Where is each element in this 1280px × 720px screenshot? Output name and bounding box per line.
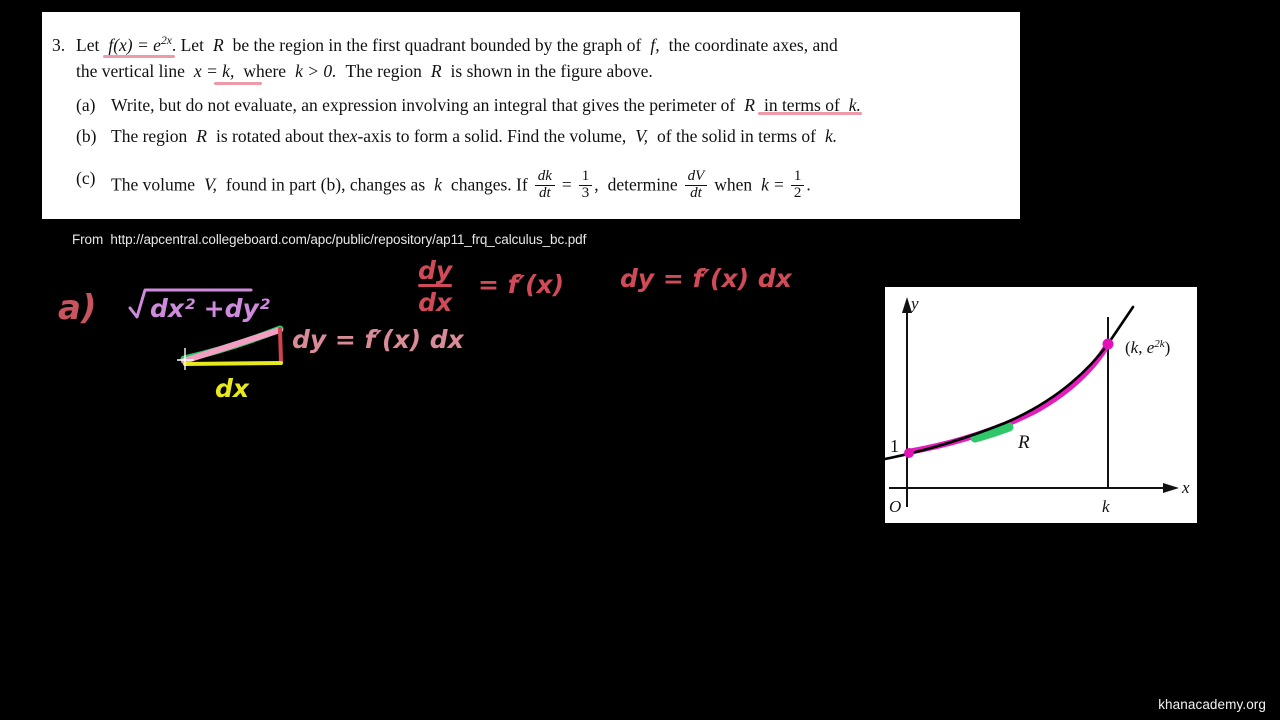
dydx-denominator: dx bbox=[418, 288, 453, 317]
yellow-dx-leg bbox=[183, 361, 283, 366]
part-c-comma: , bbox=[594, 174, 599, 195]
problem-line-1: Let f(x) = e2x. Let Rbe the region in the … bbox=[76, 35, 838, 55]
part-b-text-2: is rotated about the bbox=[216, 126, 350, 146]
line1-text-b: . Let bbox=[171, 35, 204, 55]
line1-f: f, bbox=[650, 35, 660, 55]
part-c-k: k bbox=[434, 174, 442, 195]
y-one-label: 1 bbox=[890, 436, 899, 456]
x-axis-label: x bbox=[1181, 478, 1190, 497]
line1-function: f(x) = e2x bbox=[108, 35, 172, 55]
part-c-text-2: found in part (b), changes as bbox=[225, 174, 426, 195]
k-tick-label: k bbox=[1102, 497, 1110, 516]
problem-part-a: Write, but do not evaluate, an expressio… bbox=[111, 95, 861, 115]
part-b-k: k. bbox=[824, 126, 838, 146]
line2-k-gt-zero: k > 0. bbox=[295, 61, 337, 81]
line2-region-r: R bbox=[430, 61, 442, 81]
annotation-differential-triangle bbox=[177, 325, 284, 370]
dydx-numerator: dy bbox=[418, 256, 453, 285]
watermark: khanacademy.org bbox=[1158, 697, 1266, 712]
part-c-equals-1: = bbox=[561, 174, 572, 195]
part-a-label: (a) bbox=[76, 95, 96, 115]
line2-text-c: The region bbox=[345, 61, 422, 81]
annotation-dydx-equals-fprime: = f′(x) bbox=[478, 270, 565, 299]
y-axis-label: y bbox=[909, 294, 919, 313]
red-dy-leg bbox=[278, 327, 283, 364]
line2-text-b: where bbox=[243, 61, 287, 81]
part-b-text-4: of the solid in terms of bbox=[657, 126, 816, 146]
problem-number: 3. bbox=[52, 35, 66, 55]
line1-region-r: R bbox=[212, 35, 224, 55]
problem-part-c: The volume V, found in part (b), changes a… bbox=[111, 168, 811, 203]
underline-perimeter-of-r-annotation bbox=[758, 112, 862, 115]
line1-text-c: be the region in the first quadrant boun… bbox=[232, 35, 642, 55]
graph-figure: y x O 1 k R (k, e2k) bbox=[881, 283, 1201, 527]
part-c-text-5: when bbox=[714, 174, 753, 195]
line1-text-d: the coordinate axes, and bbox=[668, 35, 838, 55]
point-k-e2k bbox=[1102, 338, 1114, 350]
source-url: http://apcentral.collegeboard.com/apc/pu… bbox=[110, 232, 587, 247]
underline-fx-annotation bbox=[103, 55, 175, 58]
underline-x-equals-k-annotation bbox=[214, 82, 262, 85]
screen: 3. Let f(x) = e2x. Let Rbe the region in t… bbox=[0, 0, 1280, 720]
source-attribution: From http://apcentral.collegeboard.com/a… bbox=[72, 232, 586, 247]
annotation-dy-equals-right: dy = f′(x) dx bbox=[620, 264, 792, 293]
problem-line-2: the vertical line x = k, where k > 0. The re… bbox=[76, 61, 653, 81]
part-b-volume-v: V, bbox=[635, 126, 649, 146]
fraction-one-third: 13 bbox=[578, 168, 593, 202]
part-c-equals-2: = bbox=[773, 174, 784, 195]
part-a-region-r: R bbox=[744, 95, 755, 115]
source-prefix: From bbox=[72, 232, 104, 247]
annotation-dx-label: dx bbox=[215, 374, 250, 403]
problem-part-b: The region Ris rotated about thex-axis to… bbox=[111, 126, 838, 146]
region-label: R bbox=[1017, 432, 1030, 453]
part-b-label: (b) bbox=[76, 126, 97, 146]
origin-label: O bbox=[889, 497, 901, 516]
fraction-dk-dt: dk dt bbox=[534, 168, 555, 202]
part-c-text-3: changes. If bbox=[450, 174, 528, 195]
annotation-part-marker: a) bbox=[58, 288, 97, 328]
graph-svg: y x O 1 k R (k, e2k) bbox=[885, 287, 1197, 523]
pink-hypotenuse bbox=[181, 327, 283, 364]
part-b-region-r: R bbox=[196, 126, 207, 146]
problem-document-panel: 3. Let f(x) = e2x. Let Rbe the region in t… bbox=[42, 12, 1020, 219]
part-c-label: (c) bbox=[76, 168, 96, 188]
line2-text-a: the vertical line bbox=[76, 61, 185, 81]
part-b-text-1: The region bbox=[111, 126, 188, 146]
fraction-one-half: 12 bbox=[790, 168, 805, 202]
part-b-text-3: -axis to form a solid. Find the volume, bbox=[357, 126, 627, 146]
annotation-dy-equals-middle: dy = f′(x) dx bbox=[292, 325, 464, 354]
part-c-k-2: k bbox=[761, 174, 769, 195]
part-c-volume-v: V, bbox=[204, 174, 217, 195]
annotation-dydx-fraction: dy dx bbox=[418, 256, 453, 317]
part-c-text-1: The volume bbox=[111, 174, 196, 195]
line2-x-equals-k: x = k, bbox=[193, 61, 235, 81]
line1-text-a: Let bbox=[76, 35, 100, 55]
fraction-dv-dt: dV dt bbox=[684, 168, 708, 202]
line2-text-d: is shown in the figure above. bbox=[450, 61, 653, 81]
part-a-text-1: Write, but do not evaluate, an expressio… bbox=[111, 95, 736, 115]
part-c-text-4: determine bbox=[607, 174, 678, 195]
point-y-intercept bbox=[904, 448, 914, 458]
part-c-period: . bbox=[806, 174, 811, 195]
